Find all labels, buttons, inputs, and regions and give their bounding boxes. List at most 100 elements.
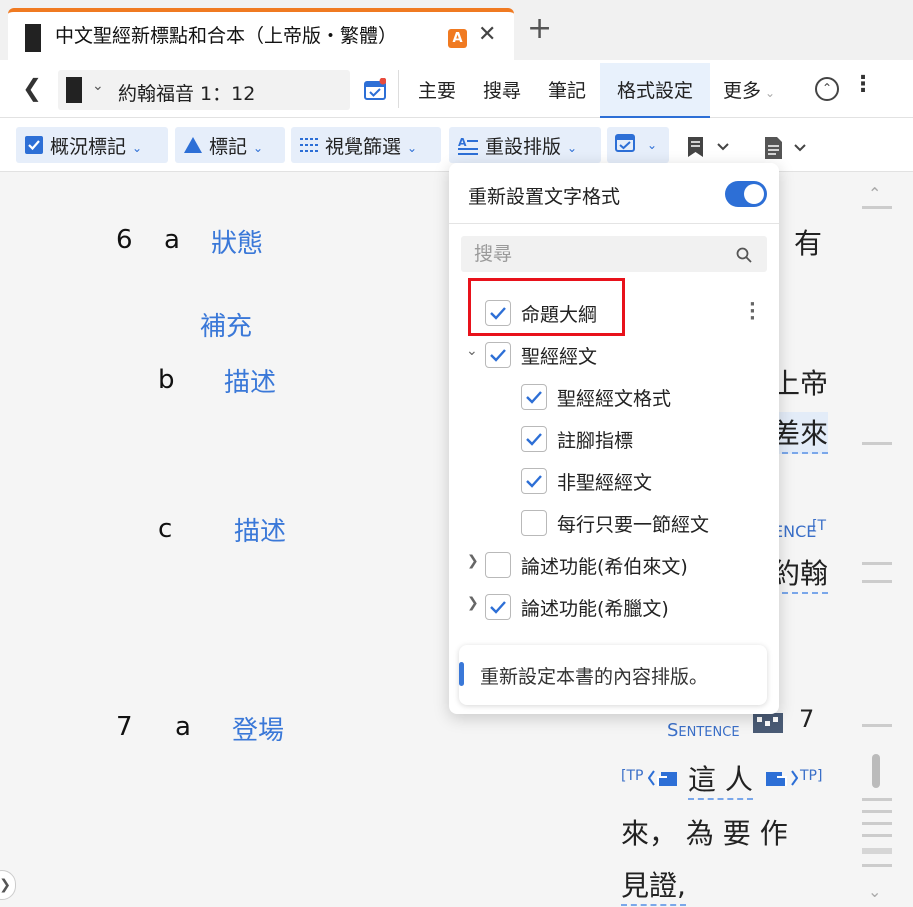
tab-title: 中文聖經新標點和合本（上帝版・繁體） <box>55 25 398 47</box>
book-cover-icon <box>25 24 41 52</box>
mark-label: 標記 <box>209 136 248 158</box>
checkbox[interactable] <box>485 552 511 578</box>
new-tab-button[interactable]: + <box>527 14 552 44</box>
option-label: 聖經經文 <box>521 346 598 368</box>
reference-box[interactable]: ⌄ 約翰福音 1：12 <box>58 70 350 110</box>
verse-text: 約翰 <box>772 552 829 594</box>
more-options-icon[interactable]: · · · <box>749 296 756 328</box>
scroll-down-icon[interactable]: ⌄ <box>868 882 881 901</box>
tab-bar: 中文聖經新標點和合本（上帝版・繁體） A ✕ + <box>0 0 913 60</box>
document-button[interactable] <box>763 136 809 164</box>
scroll-up-icon[interactable]: ⌃ <box>868 184 881 203</box>
option-discourse-hebrew[interactable]: 論述功能(希伯來文) <box>485 549 745 583</box>
checkbox[interactable] <box>521 426 547 452</box>
visual-filter-button[interactable]: 視覺篩選 ⌄ <box>291 127 441 163</box>
tab-format-settings[interactable]: 格式設定 <box>600 63 710 119</box>
checklist-icon <box>24 135 44 160</box>
bookmark-list-button[interactable] <box>686 136 730 162</box>
checkbox[interactable] <box>521 510 547 536</box>
info-note: 重新設定本書的內容排版。 <box>459 645 767 705</box>
note-text: 重新設定本書的內容排版。 <box>480 666 709 688</box>
option-one-verse-per-line[interactable]: 每行只要一節經文 <box>521 507 771 541</box>
collapse-up-icon[interactable]: ⌃ <box>815 77 839 101</box>
tab-notes[interactable]: 筆記 <box>548 76 586 103</box>
sentence-tag: ENCE <box>773 522 817 541</box>
outline-letter: c <box>158 514 173 544</box>
checkbox[interactable] <box>521 384 547 410</box>
verse-number: 7 <box>116 712 133 742</box>
outline-label[interactable]: 描述 <box>234 511 286 548</box>
minimap-line <box>862 724 892 727</box>
minimap-line <box>862 798 892 801</box>
option-label: 論述功能(希臘文) <box>521 598 669 620</box>
chevron-down-icon[interactable]: ⌄ <box>466 343 478 359</box>
panel-search-input[interactable] <box>461 236 767 272</box>
tab-main[interactable]: 主要 <box>418 76 456 103</box>
checkbox[interactable] <box>485 342 511 368</box>
reference-text[interactable]: 約翰福音 1：12 <box>118 79 255 106</box>
outline-label[interactable]: 描述 <box>224 362 276 399</box>
back-arrow-icon[interactable]: ❮ <box>22 74 42 102</box>
calendar-button[interactable]: ⌄ <box>607 127 669 163</box>
verse-text: 上帝 <box>772 367 829 400</box>
scrollbar[interactable]: ⌃ ⌄ <box>860 172 913 907</box>
filter-lines-icon <box>299 135 319 160</box>
reset-layout-label: 重設排版 <box>485 136 562 158</box>
scroll-thumb[interactable] <box>872 754 880 788</box>
verse-text: 見證, <box>621 864 686 906</box>
minimap-line <box>862 864 892 867</box>
mark-button[interactable]: 標記 ⌄ <box>175 127 285 163</box>
option-label: 每行只要一節經文 <box>557 514 710 536</box>
option-bible-text[interactable]: 聖經經文 <box>485 339 725 373</box>
tab-search[interactable]: 搜尋 <box>483 76 521 103</box>
option-label: 註腳指標 <box>557 430 634 452</box>
minimap-line <box>862 580 892 583</box>
document-tab[interactable]: 中文聖經新標點和合本（上帝版・繁體） A ✕ <box>8 8 514 60</box>
verse-text: 有 <box>794 227 823 260</box>
verse-number: 6 <box>116 225 133 255</box>
minimap-line <box>862 848 892 854</box>
sentence-tag: Sentence <box>667 720 740 741</box>
tp-tag-close: TP] <box>800 768 823 784</box>
chevron-down-icon[interactable]: ⌄ <box>92 78 104 94</box>
visual-filter-label: 視覺篩選 <box>325 136 402 158</box>
verse-text: 這 人 <box>688 758 753 800</box>
sentence-tag: [T <box>812 518 827 534</box>
highlight-box <box>468 278 625 336</box>
outline-label[interactable]: 補充 <box>200 306 252 343</box>
outline-letter: a <box>175 712 191 742</box>
option-non-bible-text[interactable]: 非聖經經文 <box>521 465 761 499</box>
chevron-right-icon[interactable]: ❯ <box>467 553 479 569</box>
minimap-line <box>862 810 892 813</box>
divider <box>449 223 779 224</box>
option-bible-text-format[interactable]: 聖經經文格式 <box>521 381 761 415</box>
chevron-down-icon: ⌄ <box>132 140 143 155</box>
text-format-icon: A <box>457 135 479 160</box>
option-discourse-greek[interactable]: 論述功能(希臘文) <box>485 591 745 625</box>
verse-text: 差來 <box>772 412 829 454</box>
reset-format-toggle[interactable] <box>725 181 767 207</box>
more-options-icon[interactable]: ⋮ <box>852 72 874 97</box>
close-tab-icon[interactable]: ✕ <box>478 22 496 47</box>
outline-label[interactable]: 登場 <box>232 710 284 747</box>
option-footnote-markers[interactable]: 註腳指標 <box>521 423 761 457</box>
checkbox[interactable] <box>485 594 511 620</box>
reset-layout-button[interactable]: A 重設排版 ⌄ <box>449 127 601 163</box>
search-icon[interactable] <box>736 247 752 267</box>
survey-markup-button[interactable]: 概況標記 ⌄ <box>16 127 168 163</box>
chevron-down-icon: ⌄ <box>647 137 658 152</box>
outline-letter: b <box>158 365 175 395</box>
note-accent-bar <box>459 662 464 686</box>
outline-label[interactable]: 狀態 <box>211 223 263 260</box>
minimap-line <box>862 562 892 565</box>
tab-more[interactable]: 更多 ⌄ <box>723 76 775 103</box>
option-label: 聖經經文格式 <box>557 388 672 410</box>
triangle-icon <box>183 136 203 159</box>
checkbox[interactable] <box>521 468 547 494</box>
chevron-right-icon[interactable]: ❯ <box>467 595 479 611</box>
chevron-down-icon: ⌄ <box>765 86 776 100</box>
divider <box>398 70 399 108</box>
calendar-icon[interactable] <box>364 77 387 104</box>
tp-tag-open: [TP <box>621 768 644 784</box>
minimap-line <box>862 442 892 445</box>
